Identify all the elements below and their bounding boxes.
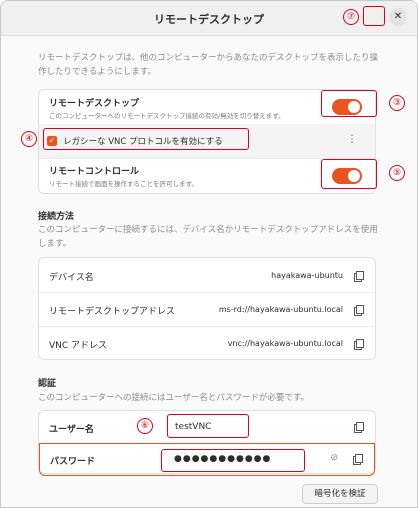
- copy-icon[interactable]: [354, 339, 364, 350]
- visibility-off-icon[interactable]: ⊘: [330, 453, 338, 463]
- annotation-box-close: [363, 6, 385, 26]
- vnc-address-label: VNC アドレス: [49, 341, 108, 351]
- vnc-address-row: VNC アドレス vnc://hayakawa-ubuntu.local: [39, 326, 375, 360]
- remote-control-label: リモートコントロール: [49, 167, 140, 177]
- device-name-row: デバイス名 hayakawa-ubuntu: [39, 258, 375, 293]
- rd-address-row: リモートデスクトップアドレス ms-rd://hayakawa-ubuntu.l…: [39, 292, 375, 327]
- remote-control-description: リモート接続で画面を操作することを許可します。: [49, 180, 198, 188]
- remote-desktop-window: リモートデスクトップ ✕ リモートデスクトップは、他のコンピューターからあなたの…: [0, 0, 418, 508]
- annotation-box-remote-control-toggle: [321, 159, 377, 189]
- annotation-box-remote-desktop-toggle: [321, 90, 377, 117]
- copy-icon[interactable]: [353, 454, 363, 465]
- username-label: ユーザー名: [49, 425, 94, 435]
- connection-card: デバイス名 hayakawa-ubuntu リモートデスクトップアドレス ms-…: [38, 257, 376, 360]
- verify-encryption-button[interactable]: 暗号化を検証: [302, 484, 378, 504]
- annotation-box-password: [161, 449, 305, 472]
- auth-description: このコンピューターへの接続にはユーザー名とパスワードが必要です。: [38, 393, 309, 403]
- password-label: パスワード: [50, 457, 96, 467]
- kebab-menu-icon[interactable]: ⋮: [347, 134, 357, 145]
- close-button[interactable]: ✕: [389, 8, 407, 26]
- rd-address-value: ms-rd://hayakawa-ubuntu.local: [218, 305, 343, 314]
- intro-text: リモートデスクトップは、他のコンピューターからあなたのデスクトップを表示したり操…: [38, 53, 379, 77]
- callout-4: ④: [21, 131, 37, 147]
- rd-address-label: リモートデスクトップアドレス: [49, 307, 176, 317]
- device-name-value: hayakawa-ubuntu: [271, 271, 343, 280]
- copy-icon[interactable]: [354, 305, 364, 316]
- auth-heading: 認証: [38, 379, 57, 389]
- device-name-label: デバイス名: [49, 273, 94, 283]
- copy-icon[interactable]: [354, 422, 364, 433]
- vnc-address-value: vnc://hayakawa-ubuntu.local: [227, 339, 343, 348]
- callout-7: ⑦: [343, 9, 359, 25]
- copy-icon[interactable]: [354, 271, 364, 282]
- callout-3: ③: [389, 95, 405, 111]
- callout-6: ⑥: [137, 418, 153, 434]
- callout-5: ⑤: [389, 165, 405, 181]
- connection-description: このコンピューターに接続するには、デバイス名かリモートデスクトップアドレスを使用…: [38, 225, 378, 249]
- remote-desktop-label: リモートデスクトップ: [49, 99, 140, 109]
- annotation-box-legacy-vnc: [43, 128, 249, 150]
- close-icon: ✕: [393, 11, 403, 22]
- connection-heading: 接続方法: [38, 212, 75, 222]
- annotation-box-username: [167, 414, 249, 438]
- remote-desktop-description: このコンピューターへのリモートデスクトップ接続の有効/無効を切り替えます。: [49, 112, 285, 120]
